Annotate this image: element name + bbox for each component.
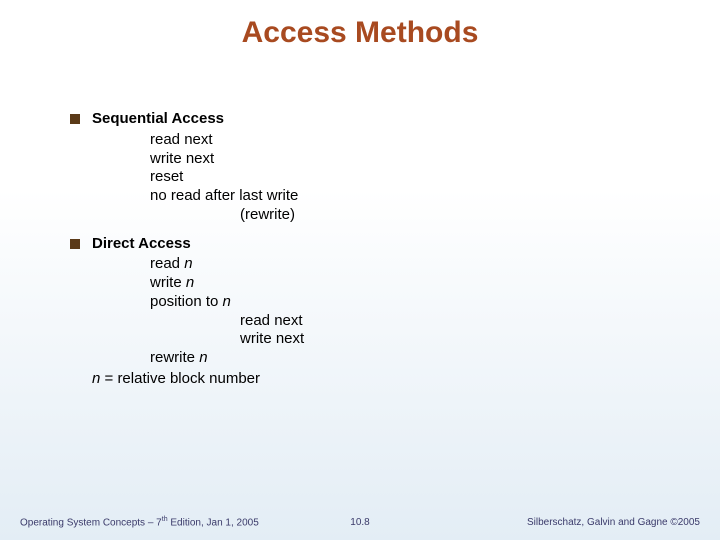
section-heading: Sequential Access — [92, 110, 224, 129]
slide: Access Methods Sequential Access read ne… — [0, 0, 720, 540]
slide-title: Access Methods — [0, 16, 720, 50]
list-item: reset — [150, 168, 660, 187]
list-item: write next — [150, 150, 660, 169]
section-note: n = relative block number — [92, 370, 660, 389]
footer-right: Silberschatz, Galvin and Gagne ©2005 — [527, 517, 700, 528]
bullet-row: Sequential Access — [70, 110, 660, 129]
bullet-row: Direct Access — [70, 235, 660, 254]
list-item: write n — [150, 274, 660, 293]
var-n: n — [199, 349, 207, 366]
var-n: n — [223, 293, 231, 310]
square-bullet-icon — [70, 114, 80, 124]
section-direct: Direct Access read n write n position to… — [70, 235, 660, 389]
list-item: no read after last write — [150, 187, 660, 206]
list-item: read next — [150, 131, 660, 150]
section-sequential: Sequential Access read next write next r… — [70, 110, 660, 225]
op-text: write — [150, 274, 186, 291]
list-item: (rewrite) — [240, 206, 660, 225]
list-item: position to n — [150, 293, 660, 312]
section-heading: Direct Access — [92, 235, 191, 254]
content-area: Sequential Access read next write next r… — [70, 110, 660, 399]
var-n: n — [186, 274, 194, 291]
op-text: read — [150, 255, 184, 272]
list-item: read n — [150, 255, 660, 274]
list-item: rewrite n — [150, 349, 660, 368]
note-text: = relative block number — [100, 370, 260, 387]
square-bullet-icon — [70, 239, 80, 249]
list-item: write next — [240, 330, 660, 349]
list-item: read next — [240, 312, 660, 331]
op-text: rewrite — [150, 349, 199, 366]
op-text: position to — [150, 293, 223, 310]
var-n: n — [184, 255, 192, 272]
